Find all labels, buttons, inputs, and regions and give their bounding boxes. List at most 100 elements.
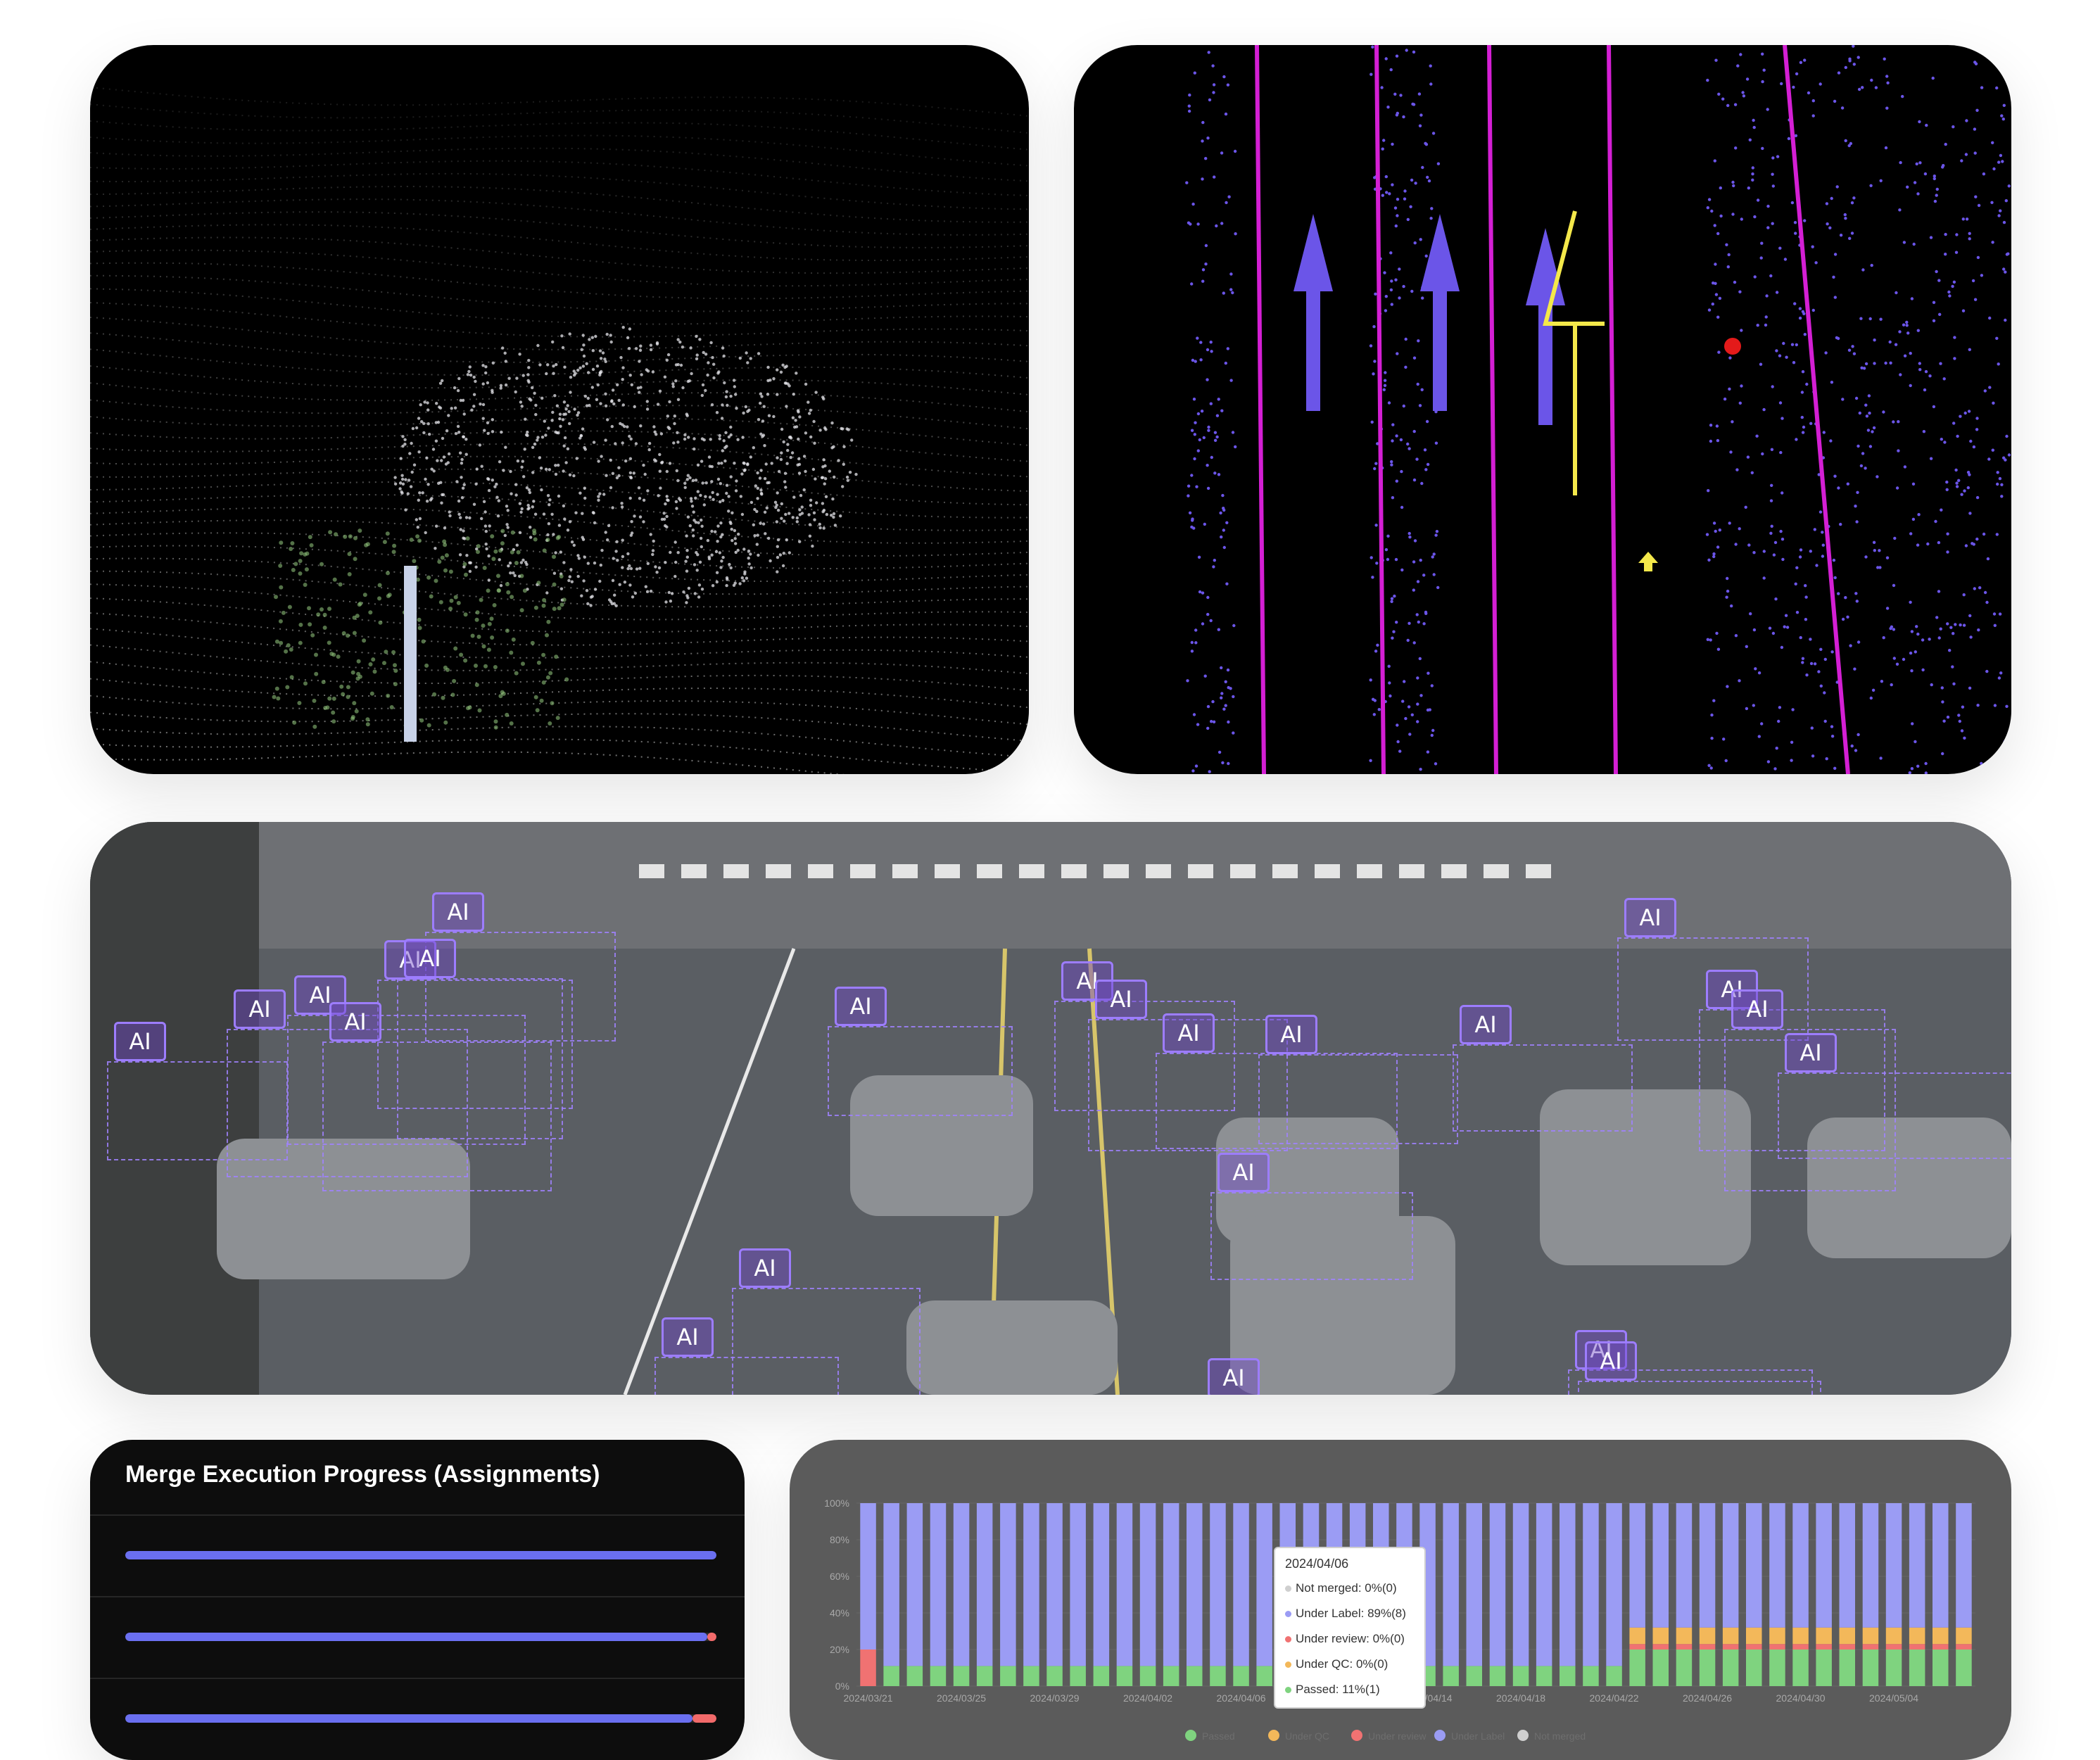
point: [1728, 521, 1731, 525]
point: [1774, 597, 1778, 601]
point: [1992, 401, 1995, 405]
merge-row[interactable]: [90, 1596, 745, 1678]
ai-tag[interactable]: AI: [835, 987, 887, 1026]
ai-tag[interactable]: AI: [662, 1317, 714, 1357]
detection-box[interactable]: [1453, 1044, 1633, 1132]
tooltip-label: Under Label: 89%(8): [1296, 1607, 1406, 1620]
y-tick-label: 40%: [830, 1607, 849, 1619]
point: [1390, 279, 1393, 283]
point: [350, 716, 355, 721]
traffic-detection-view[interactable]: AI AI AI AI AI AI AI AI AI AI AI AI AI AI AI AI AI AI AI AI…: [90, 822, 2011, 1395]
point: [538, 363, 542, 367]
point: [1977, 203, 1981, 208]
point: [1391, 183, 1394, 186]
point: [531, 386, 534, 390]
point: [732, 583, 736, 587]
point: [1224, 112, 1228, 116]
point: [1430, 207, 1434, 210]
point: [563, 365, 567, 369]
ai-tag[interactable]: AI: [1624, 898, 1676, 937]
point: [408, 452, 412, 455]
point: [558, 412, 562, 416]
ai-tag[interactable]: AI: [329, 1002, 381, 1042]
point: [1963, 736, 1966, 740]
lane-annotation-view[interactable]: [1074, 45, 2011, 774]
progress-track: [125, 1551, 716, 1559]
point: [1837, 592, 1840, 595]
ai-tag[interactable]: AI: [739, 1248, 791, 1288]
ai-tag[interactable]: AI: [1095, 980, 1147, 1019]
point: [445, 667, 450, 672]
point: [1229, 288, 1233, 291]
ai-tag[interactable]: AI: [1265, 1015, 1317, 1054]
point: [1710, 713, 1714, 717]
point: [1213, 175, 1216, 179]
point: [1754, 667, 1757, 671]
point: [1973, 587, 1976, 590]
anchor-point: [1724, 338, 1741, 355]
ai-tag[interactable]: AI: [1217, 1153, 1270, 1192]
detection-box[interactable]: [1578, 1381, 1821, 1395]
point: [649, 533, 652, 536]
point: [1410, 713, 1414, 716]
ai-tag[interactable]: AI: [432, 892, 484, 932]
ai-tag[interactable]: AI: [1585, 1341, 1637, 1381]
lane-line: [1783, 45, 1850, 774]
point: [568, 422, 571, 426]
point: [1982, 172, 1986, 176]
ai-tag[interactable]: AI: [1731, 989, 1783, 1029]
detection-box[interactable]: [1778, 1072, 2011, 1159]
merge-row[interactable]: [90, 1678, 745, 1759]
point: [1716, 545, 1720, 549]
point: [362, 593, 367, 597]
point: [1940, 508, 1943, 512]
detection-box[interactable]: [828, 1026, 1013, 1116]
legend-dot: [1285, 1585, 1291, 1593]
point: [542, 597, 547, 602]
point: [676, 551, 680, 555]
point: [1759, 256, 1763, 260]
point: [322, 626, 327, 630]
detection-box[interactable]: [654, 1357, 839, 1395]
point: [783, 480, 787, 483]
detection-box[interactable]: [107, 1061, 288, 1160]
detection-box[interactable]: [322, 1042, 552, 1191]
point: [581, 365, 586, 368]
point: [563, 436, 567, 440]
ai-tag[interactable]: AI: [1785, 1033, 1837, 1072]
point: [1718, 528, 1721, 532]
bar-segment: [1070, 1503, 1086, 1666]
detection-box[interactable]: [1210, 1192, 1413, 1280]
ai-tag[interactable]: AI: [114, 1022, 166, 1061]
point: [1395, 479, 1398, 483]
ai-tag[interactable]: AI: [1460, 1005, 1512, 1044]
pointcloud-view[interactable]: [90, 45, 1029, 774]
point: [1370, 72, 1373, 76]
point: [533, 512, 538, 516]
point: [1398, 296, 1401, 300]
point: [554, 654, 559, 659]
merge-row[interactable]: [90, 1514, 745, 1596]
progress-fill: [125, 1633, 708, 1641]
ai-tag[interactable]: AI: [1208, 1358, 1260, 1395]
point: [353, 557, 358, 562]
lane-arrow-icon: [1185, 45, 2011, 774]
point: [620, 502, 624, 505]
point: [314, 671, 319, 676]
ai-tag[interactable]: AI: [1163, 1013, 1215, 1053]
point: [757, 553, 760, 557]
ai-tag[interactable]: AI: [234, 989, 286, 1029]
point: [506, 526, 510, 529]
scan-line: [90, 661, 1028, 692]
point: [1935, 194, 1938, 197]
point: [1961, 217, 1965, 221]
point: [476, 550, 480, 555]
point: [352, 631, 357, 635]
point: [1817, 670, 1821, 673]
point: [1778, 354, 1782, 357]
point: [1210, 720, 1213, 723]
detection-box[interactable]: [1258, 1054, 1458, 1144]
ai-tag[interactable]: AI: [404, 939, 456, 978]
point: [474, 379, 477, 384]
point: [1390, 460, 1393, 464]
